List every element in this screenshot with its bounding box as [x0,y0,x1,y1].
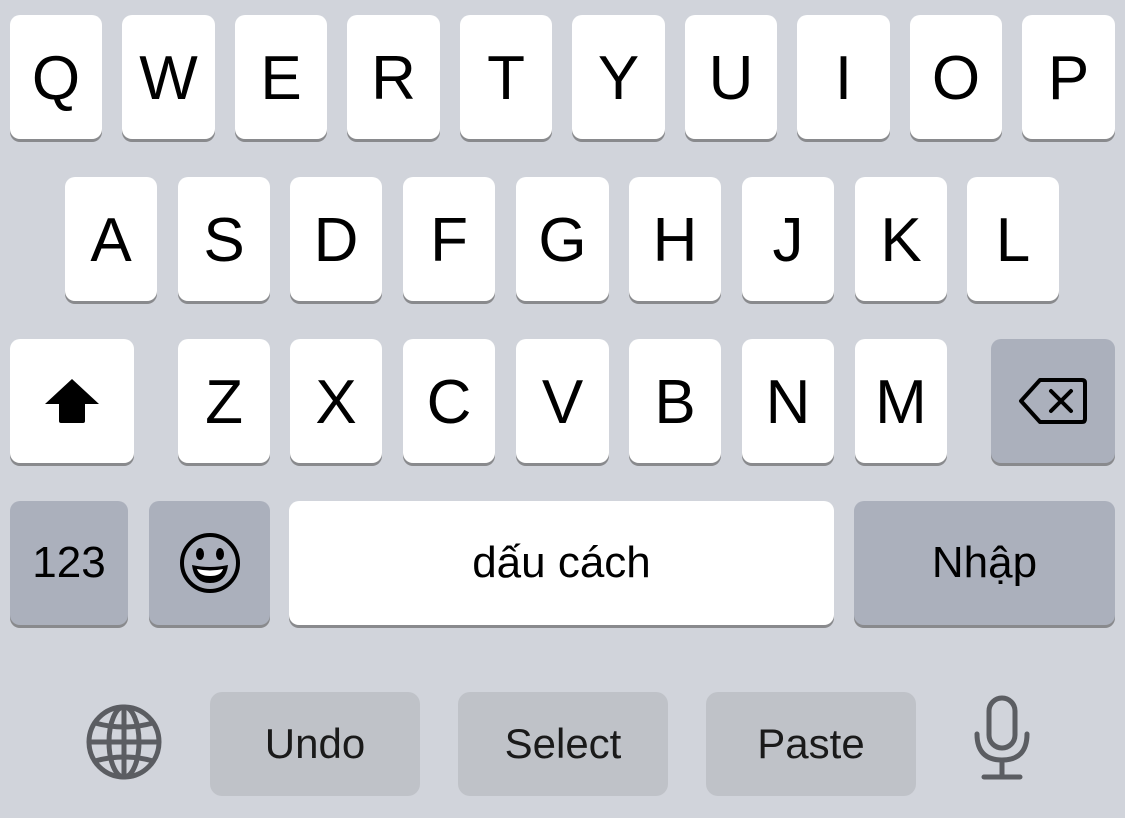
key-h[interactable]: H [629,177,721,301]
key-i[interactable]: I [797,15,890,139]
microphone-button[interactable] [960,692,1044,784]
key-label: X [315,367,357,437]
key-label: Y [597,43,640,113]
key-label: U [708,43,754,113]
key-label: G [538,205,587,275]
key-label: O [931,43,981,113]
select-label: Select [504,720,622,767]
key-j[interactable]: J [742,177,834,301]
key-l[interactable]: L [967,177,1059,301]
key-label: J [772,205,804,275]
key-label: D [313,205,359,275]
paste-label: Paste [757,720,865,767]
key-f[interactable]: F [403,177,495,301]
paste-button[interactable]: Paste [706,692,916,796]
key-a[interactable]: A [65,177,157,301]
key-label: T [487,43,525,113]
key-b[interactable]: B [629,339,721,463]
undo-button[interactable]: Undo [210,692,420,796]
delete-key[interactable] [991,339,1115,463]
key-r[interactable]: R [347,15,440,139]
key-label: I [834,43,853,113]
key-label: F [430,205,468,275]
key-c[interactable]: C [403,339,495,463]
key-e[interactable]: E [235,15,327,139]
key-d[interactable]: D [290,177,382,301]
key-label: M [875,367,927,437]
key-u[interactable]: U [685,15,777,139]
key-label: N [765,367,811,437]
select-button[interactable]: Select [458,692,668,796]
emoji-icon [178,531,242,595]
key-label: B [654,367,696,437]
key-label: K [880,205,922,275]
shift-icon [43,377,101,425]
key-label: L [995,205,1031,275]
key-m[interactable]: M [855,339,947,463]
key-label: S [203,205,245,275]
key-label: W [139,43,198,113]
key-p[interactable]: P [1022,15,1115,139]
delete-icon [1018,376,1088,426]
key-s[interactable]: S [178,177,270,301]
key-label: C [426,367,472,437]
key-z[interactable]: Z [178,339,270,463]
globe-button[interactable] [80,698,168,786]
key-y[interactable]: Y [572,15,665,139]
microphone-icon [970,694,1034,782]
on-screen-keyboard: Q W E R T Y U I O P A S D F G H J K L Z … [0,0,1125,818]
key-n[interactable]: N [742,339,834,463]
undo-label: Undo [264,720,366,767]
key-t[interactable]: T [460,15,552,139]
key-label: V [541,367,584,437]
key-g[interactable]: G [516,177,609,301]
key-label: E [260,43,302,113]
space-key[interactable]: dấu cách [289,501,834,625]
globe-icon [84,702,164,782]
key-q[interactable]: Q [10,15,102,139]
key-k[interactable]: K [855,177,947,301]
key-label: A [90,205,132,275]
shift-key[interactable] [10,339,134,463]
key-label: H [652,205,698,275]
key-x[interactable]: X [290,339,382,463]
space-key-label: dấu cách [472,538,651,587]
key-label: Q [31,43,81,113]
key-v[interactable]: V [516,339,609,463]
return-key[interactable]: Nhập [854,501,1115,625]
key-label: Z [205,367,243,437]
key-o[interactable]: O [910,15,1002,139]
key-w[interactable]: W [122,15,215,139]
key-label: P [1047,43,1090,113]
emoji-key[interactable] [149,501,270,625]
numbers-key[interactable]: 123 [10,501,128,625]
key-label: R [371,43,416,113]
return-key-label: Nhập [931,538,1038,587]
numbers-key-label: 123 [32,538,106,587]
